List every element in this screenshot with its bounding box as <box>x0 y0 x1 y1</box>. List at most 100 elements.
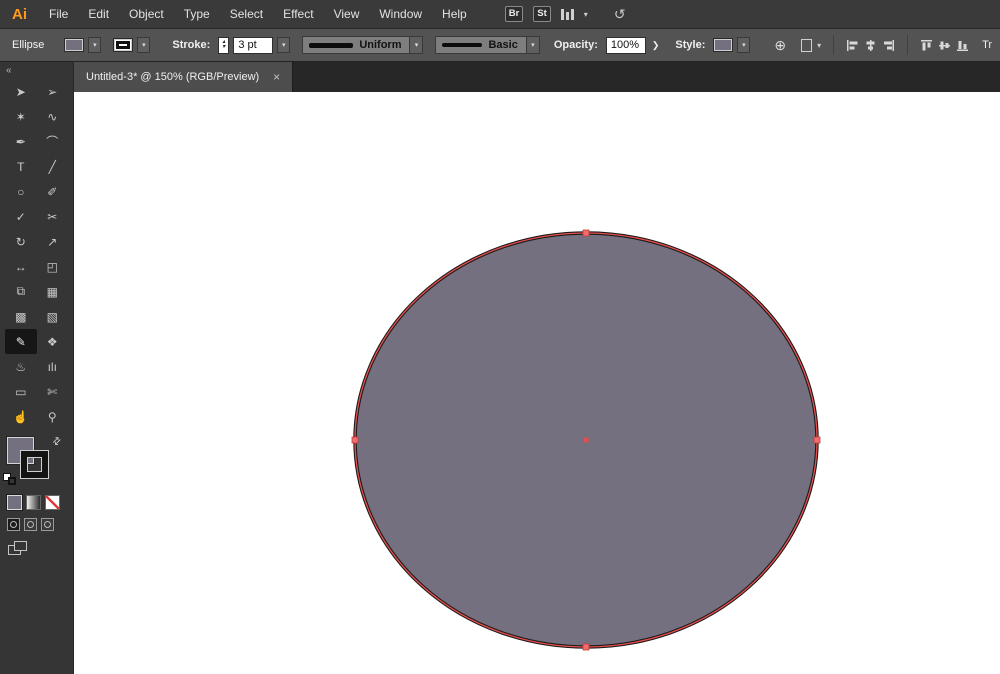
bridge-badge[interactable]: Br <box>504 6 524 22</box>
width-profile-value: Uniform <box>359 39 402 51</box>
fill-stroke-indicator: ⇄ <box>0 435 73 489</box>
stroke-color-swatch[interactable] <box>113 38 134 52</box>
blend-tool[interactable]: ❖ <box>37 329 69 354</box>
anchor-point[interactable] <box>813 436 821 444</box>
color-button[interactable] <box>7 495 22 510</box>
lasso-tool[interactable]: ∿ <box>37 104 69 129</box>
scale-tool[interactable]: ↗ <box>37 229 69 254</box>
column-graph-tool[interactable]: ılı <box>37 354 69 379</box>
fill-color-caret-icon[interactable]: ▾ <box>88 37 102 53</box>
control-bar: Ellipse ▾ ▾ Stroke: ▴ ▾ 3 pt ▾ Uniform ▾… <box>0 29 1000 62</box>
stroke-weight-stepper[interactable]: ▴ ▾ <box>218 36 230 54</box>
workspace-switcher-icon[interactable] <box>560 8 574 20</box>
menu-file[interactable]: File <box>39 0 78 28</box>
gradient-button[interactable] <box>26 495 41 510</box>
menubar: Ai File Edit Object Type Select Effect View Win… <box>0 0 1000 29</box>
drawing-modes-row <box>0 510 73 531</box>
document-tab-bar: Untitled-3* @ 150% (RGB/Preview) × <box>74 62 1000 92</box>
menu-object[interactable]: Object <box>119 0 174 28</box>
rotate-tool[interactable]: ↻ <box>5 229 37 254</box>
document-tab[interactable]: Untitled-3* @ 150% (RGB/Preview) × <box>74 62 294 92</box>
none-button[interactable] <box>45 495 60 510</box>
eyedropper-tool[interactable]: ✎ <box>5 329 37 354</box>
tools-panel: « ➤ ➢ ✶ ∿ ✒ ⌒ T ╱ ○ ✐ ✓ ✂ ↻ ↗ ↔ ◰ ⧉ ▦ ▩ ▧ ✎ ❖ ♨ ılı ▭ ✄ ☝ ⚲ ⇄ <box>0 62 74 674</box>
stroke-indicator[interactable] <box>21 451 48 478</box>
perspective-grid-tool[interactable]: ▦ <box>37 279 69 304</box>
menu-help[interactable]: Help <box>432 0 477 28</box>
close-tab-icon[interactable]: × <box>273 70 280 84</box>
app-logo[interactable]: Ai <box>12 6 27 23</box>
line-segment-tool[interactable]: ╱ <box>37 154 69 179</box>
paintbrush-tool[interactable]: ✐ <box>37 179 69 204</box>
globe-icon[interactable]: ⊕ <box>774 37 786 54</box>
stroke-weight-field[interactable]: 3 pt <box>233 36 274 54</box>
chevron-down-icon[interactable]: ▾ <box>584 10 588 19</box>
pen-tool[interactable]: ✒ <box>5 129 37 154</box>
type-tool[interactable]: T <box>5 154 37 179</box>
magic-wand-tool[interactable]: ✶ <box>5 104 37 129</box>
shape-builder-tool[interactable]: ⧉ <box>5 279 37 304</box>
sync-status-icon[interactable]: ↺ <box>614 6 626 23</box>
menu-edit[interactable]: Edit <box>78 0 119 28</box>
stroke-weight-caret-icon[interactable]: ▾ <box>277 37 291 53</box>
align-bottom-icon[interactable] <box>956 39 969 52</box>
menu-window[interactable]: Window <box>369 0 432 28</box>
align-left-icon[interactable] <box>846 39 859 52</box>
stock-badge[interactable]: St <box>533 6 551 22</box>
draw-normal-button[interactable] <box>7 518 20 531</box>
width-profile-preview <box>309 42 354 48</box>
selection-tool[interactable]: ➤ <box>5 79 37 104</box>
symbol-sprayer-tool[interactable]: ♨ <box>5 354 37 379</box>
hand-tool[interactable]: ☝ <box>5 404 37 429</box>
swap-fill-stroke-icon[interactable]: ⇄ <box>50 435 64 449</box>
canvas-area[interactable] <box>74 92 1000 674</box>
collapse-panel-icon[interactable]: « <box>0 62 73 77</box>
stroke-color-caret-icon[interactable]: ▾ <box>137 37 151 53</box>
stepper-down-icon[interactable]: ▾ <box>222 44 225 50</box>
draw-behind-button[interactable] <box>24 518 37 531</box>
draw-inside-button[interactable] <box>41 518 54 531</box>
opacity-options-icon[interactable]: ❯ <box>652 40 660 51</box>
scissors-tool[interactable]: ✂ <box>37 204 69 229</box>
align-vertical-center-icon[interactable] <box>938 39 951 52</box>
opacity-field[interactable]: 100% <box>605 36 646 54</box>
anchor-point[interactable] <box>582 229 590 237</box>
screen-mode-button[interactable] <box>8 541 30 557</box>
document-setup-icon[interactable] <box>801 38 813 52</box>
style-caret-icon[interactable]: ▾ <box>737 37 751 53</box>
artboard[interactable] <box>74 92 1000 674</box>
mesh-tool[interactable]: ▩ <box>5 304 37 329</box>
menu-type[interactable]: Type <box>174 0 220 28</box>
align-top-icon[interactable] <box>920 39 933 52</box>
brush-value: Basic <box>488 39 518 51</box>
slice-tool[interactable]: ✄ <box>37 379 69 404</box>
ellipse-tool[interactable]: ○ <box>5 179 37 204</box>
shaper-tool[interactable]: ✓ <box>5 204 37 229</box>
brush-caret-icon[interactable]: ▾ <box>525 37 539 53</box>
paint-style-row <box>0 489 73 510</box>
stroke-label: Stroke: <box>172 39 211 51</box>
style-swatch[interactable] <box>713 38 734 52</box>
align-horizontal-center-icon[interactable] <box>864 39 877 52</box>
default-fill-stroke-icon[interactable] <box>3 473 18 486</box>
menubar-icons: Br St ▾ ↺ <box>504 6 626 23</box>
width-profile-caret-icon[interactable]: ▾ <box>409 37 423 53</box>
anchor-point[interactable] <box>351 436 359 444</box>
fill-color-swatch[interactable] <box>64 38 85 52</box>
align-right-icon[interactable] <box>882 39 895 52</box>
curvature-tool[interactable]: ⌒ <box>37 129 69 154</box>
direct-selection-tool[interactable]: ➢ <box>37 79 69 104</box>
variable-width-dropdown[interactable]: Uniform ▾ <box>302 36 424 54</box>
brush-dropdown[interactable]: Basic ▾ <box>435 36 540 54</box>
free-transform-tool[interactable]: ◰ <box>37 254 69 279</box>
width-tool[interactable]: ↔ <box>5 254 37 279</box>
zoom-tool[interactable]: ⚲ <box>37 404 69 429</box>
document-setup-caret-icon[interactable]: ▾ <box>817 41 821 50</box>
menu-view[interactable]: View <box>324 0 370 28</box>
gradient-tool[interactable]: ▧ <box>37 304 69 329</box>
menu-select[interactable]: Select <box>220 0 273 28</box>
anchor-point[interactable] <box>582 643 590 651</box>
center-point[interactable] <box>583 437 589 443</box>
artboard-tool[interactable]: ▭ <box>5 379 37 404</box>
menu-effect[interactable]: Effect <box>273 0 323 28</box>
